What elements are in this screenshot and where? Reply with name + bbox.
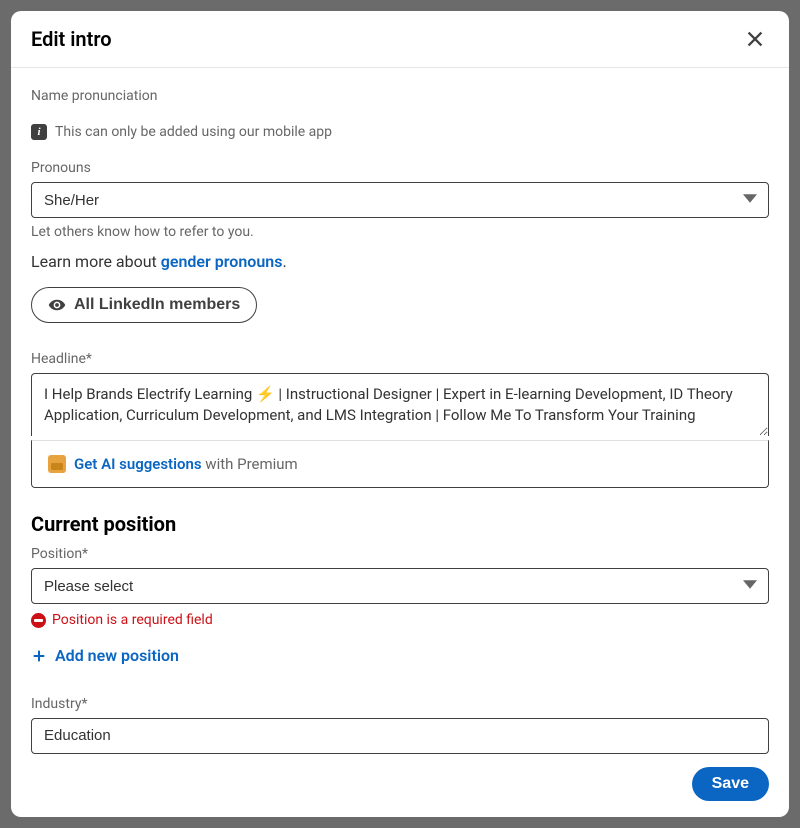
headline-group: Headline* Get AI suggestions with Premiu… xyxy=(31,351,769,488)
save-button[interactable]: Save xyxy=(692,767,769,801)
edit-intro-modal: Edit intro Name pronunciation i This can… xyxy=(11,11,789,817)
eye-icon xyxy=(48,296,66,314)
plus-icon xyxy=(31,648,47,664)
pronouns-learn-more: Learn more about gender pronouns. xyxy=(31,252,769,271)
position-error: Position is a required field xyxy=(31,612,769,628)
learn-more-prefix: Learn more about xyxy=(31,252,161,271)
position-label: Position* xyxy=(31,546,769,562)
premium-icon xyxy=(48,455,66,473)
visibility-label: All LinkedIn members xyxy=(74,296,240,314)
ai-suggestions-rest: with Premium xyxy=(202,455,298,473)
add-new-position-button[interactable]: Add new position xyxy=(31,646,179,665)
visibility-button[interactable]: All LinkedIn members xyxy=(31,287,257,323)
position-select-wrap: Please select xyxy=(31,568,769,604)
modal-header: Edit intro xyxy=(11,11,789,68)
name-pronunciation-info: i This can only be added using our mobil… xyxy=(31,124,769,140)
ai-suggestion-row[interactable]: Get AI suggestions with Premium xyxy=(31,440,769,488)
pronouns-helper: Let others know how to refer to you. xyxy=(31,224,769,240)
info-icon: i xyxy=(31,124,47,140)
error-icon xyxy=(31,613,46,628)
pronouns-label: Pronouns xyxy=(31,160,769,176)
name-pronunciation-info-text: This can only be added using our mobile … xyxy=(55,124,332,140)
close-button[interactable] xyxy=(741,25,769,53)
name-pronunciation-group: Name pronunciation i This can only be ad… xyxy=(31,88,769,140)
ai-suggestions-link[interactable]: Get AI suggestions xyxy=(74,455,202,473)
modal-footer: Save xyxy=(11,755,789,817)
modal-body[interactable]: Name pronunciation i This can only be ad… xyxy=(11,68,789,755)
position-error-text: Position is a required field xyxy=(52,612,213,628)
pronouns-group: Pronouns She/Her Let others know how to … xyxy=(31,160,769,323)
learn-more-suffix: . xyxy=(282,252,286,271)
position-group: Position* Please select Position is a re… xyxy=(31,546,769,668)
headline-textarea[interactable] xyxy=(31,373,769,436)
industry-input[interactable] xyxy=(31,718,769,754)
headline-label: Headline* xyxy=(31,351,769,367)
modal-title: Edit intro xyxy=(31,27,112,51)
add-new-position-label: Add new position xyxy=(55,646,179,665)
current-position-title: Current position xyxy=(31,512,769,536)
close-icon xyxy=(744,28,766,50)
position-select[interactable]: Please select xyxy=(31,568,769,604)
pronouns-select-wrap: She/Her xyxy=(31,182,769,218)
industry-group: Industry* xyxy=(31,696,769,754)
pronouns-select[interactable]: She/Her xyxy=(31,182,769,218)
gender-pronouns-link[interactable]: gender pronouns xyxy=(161,252,283,271)
industry-label: Industry* xyxy=(31,696,769,712)
name-pronunciation-label: Name pronunciation xyxy=(31,88,769,104)
